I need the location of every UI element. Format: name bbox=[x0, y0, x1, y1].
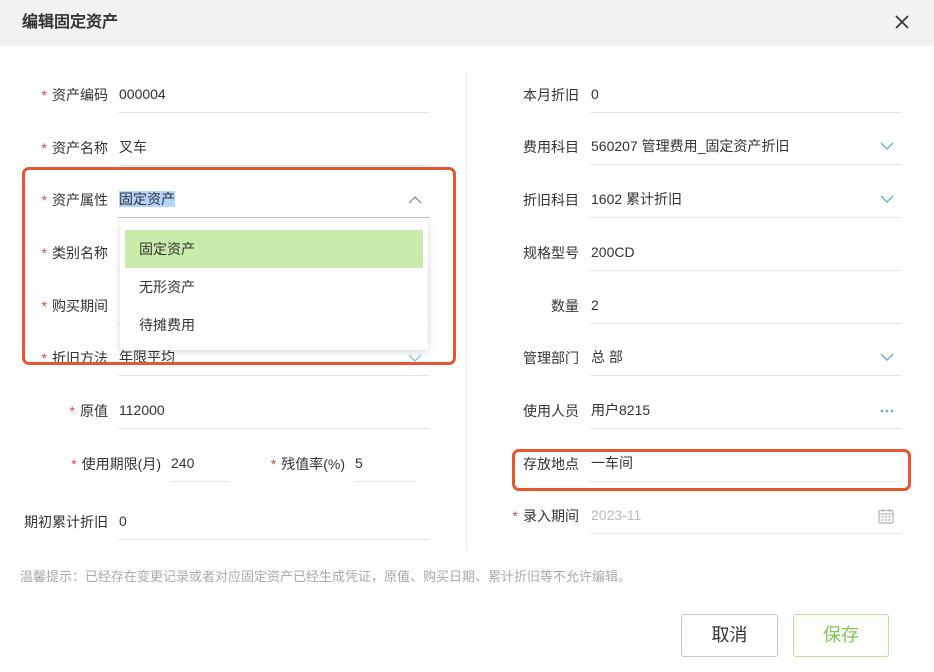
required-mark: * bbox=[270, 456, 277, 472]
storage-location-label: 存放地点 bbox=[523, 456, 579, 472]
purchase-period-label: * 购买期间 bbox=[0, 288, 108, 324]
useful-life-label: * 使用期限(月) bbox=[0, 446, 161, 482]
category-name-label: * 类别名称 bbox=[0, 235, 108, 271]
asset-name-label-text: 资产名称 bbox=[52, 140, 108, 156]
depreciation-method-label-text: 折旧方法 bbox=[52, 350, 108, 366]
column-divider bbox=[466, 72, 467, 550]
life-residual-row: * 使用期限(月) 240 * 残值率(%) 5 bbox=[0, 446, 440, 482]
asset-name-label: * 资产名称 bbox=[0, 130, 108, 166]
user-label: 使用人员 bbox=[523, 403, 579, 419]
user-value: 用户8215 bbox=[591, 402, 651, 418]
original-value-input[interactable]: 112000 bbox=[118, 393, 430, 429]
expense-account-row: 费用科目 560207 管理费用_固定资产折旧 bbox=[470, 129, 910, 165]
quantity-row: 数量 2 bbox=[470, 288, 910, 324]
required-mark: * bbox=[41, 350, 47, 366]
asset-code-label-text: 资产编码 bbox=[52, 87, 108, 103]
original-value-label: * 原值 bbox=[0, 393, 108, 429]
required-mark: * bbox=[41, 87, 47, 103]
required-mark: * bbox=[71, 456, 77, 472]
depreciation-account-label: 折旧科目 bbox=[523, 192, 579, 208]
user-input[interactable]: 用户8215 bbox=[590, 393, 901, 429]
current-month-depreciation-row: 本月折旧 0 bbox=[470, 77, 910, 113]
asset-attribute-row: * 资产属性 固定资产 bbox=[0, 182, 440, 218]
depreciation-account-row: 折旧科目 1602 累计折旧 bbox=[470, 182, 910, 218]
quantity-label: 数量 bbox=[551, 298, 579, 314]
asset-attribute-label: * 资产属性 bbox=[0, 182, 108, 218]
original-value-row: * 原值 112000 bbox=[0, 393, 440, 429]
ellipsis-icon[interactable] bbox=[880, 409, 894, 413]
chevron-up-icon[interactable] bbox=[408, 196, 422, 204]
current-month-depreciation-input[interactable]: 0 bbox=[590, 77, 901, 113]
save-button[interactable]: 保存 bbox=[793, 614, 889, 657]
spec-model-input[interactable]: 200CD bbox=[590, 235, 901, 271]
residual-rate-label: * 残值率(%) bbox=[240, 446, 345, 482]
residual-rate-input[interactable]: 5 bbox=[354, 446, 415, 482]
quantity-input[interactable]: 2 bbox=[590, 288, 901, 324]
storage-location-input[interactable]: 一车间 bbox=[590, 446, 901, 482]
chevron-down-icon[interactable] bbox=[880, 142, 894, 150]
dialog-header: 编辑固定资产 bbox=[0, 0, 934, 46]
dropdown-option-fixed-asset[interactable]: 固定资产 bbox=[125, 230, 423, 268]
asset-attribute-dropdown: 固定资产 无形资产 待摊费用 bbox=[120, 222, 428, 350]
required-mark: * bbox=[512, 508, 518, 524]
entry-period-value: 2023-11 bbox=[591, 507, 642, 523]
close-icon[interactable] bbox=[893, 13, 911, 31]
required-mark: * bbox=[69, 403, 75, 419]
user-row: 使用人员 用户8215 bbox=[470, 393, 910, 429]
dialog-title: 编辑固定资产 bbox=[22, 14, 119, 31]
spec-model-row: 规格型号 200CD bbox=[470, 235, 910, 271]
notice-text: 温馨提示：已经存在变更记录或者对应固定资产已经生成凭证，原值、购买日期、累计折旧… bbox=[20, 569, 632, 584]
depreciation-account-value: 1602 累计折旧 bbox=[591, 191, 683, 207]
spec-model-label: 规格型号 bbox=[523, 245, 579, 261]
entry-period-label: * 录入期间 bbox=[470, 498, 579, 534]
required-mark: * bbox=[41, 192, 47, 208]
cancel-button[interactable]: 取消 bbox=[681, 614, 778, 657]
original-value-label-text: 原值 bbox=[80, 403, 108, 419]
dropdown-option-deferred-expense[interactable]: 待摊费用 bbox=[125, 306, 423, 344]
chevron-down-icon[interactable] bbox=[880, 195, 894, 203]
asset-name-row: * 资产名称 叉车 bbox=[0, 130, 440, 166]
asset-code-row: * 资产编码 000004 bbox=[0, 77, 440, 113]
department-select[interactable]: 总 部 bbox=[590, 340, 901, 376]
useful-life-input[interactable]: 240 bbox=[170, 446, 230, 482]
expense-account-value: 560207 管理费用_固定资产折旧 bbox=[591, 138, 790, 154]
chevron-down-icon[interactable] bbox=[880, 353, 894, 361]
expense-account-label: 费用科目 bbox=[523, 139, 579, 155]
opening-depreciation-label: 期初累计折旧 bbox=[24, 514, 108, 530]
required-mark: * bbox=[41, 298, 47, 314]
entry-period-label-text: 录入期间 bbox=[523, 508, 579, 524]
opening-depreciation-input[interactable]: 0 bbox=[118, 504, 430, 540]
required-mark: * bbox=[41, 245, 47, 261]
residual-rate-label-text: 残值率(%) bbox=[281, 456, 345, 472]
asset-attribute-label-text: 资产属性 bbox=[52, 192, 108, 208]
department-row: 管理部门 总 部 bbox=[470, 340, 910, 376]
purchase-period-label-text: 购买期间 bbox=[52, 298, 108, 314]
entry-period-input[interactable]: 2023-11 bbox=[590, 498, 901, 534]
calendar-icon[interactable] bbox=[878, 508, 894, 524]
category-name-label-text: 类别名称 bbox=[52, 245, 108, 261]
depreciation-method-label: * 折旧方法 bbox=[0, 340, 108, 376]
asset-name-input[interactable]: 叉车 bbox=[118, 130, 430, 166]
department-value: 总 部 bbox=[591, 349, 623, 365]
opening-depreciation-row: 期初累计折旧 0 bbox=[0, 504, 440, 540]
current-month-depreciation-label: 本月折旧 bbox=[523, 87, 579, 103]
depreciation-method-value: 年限平均 bbox=[119, 349, 175, 365]
storage-location-row: 存放地点 一车间 bbox=[470, 446, 910, 482]
depreciation-account-select[interactable]: 1602 累计折旧 bbox=[590, 182, 901, 218]
asset-attribute-value: 固定资产 bbox=[119, 191, 175, 207]
asset-code-label: * 资产编码 bbox=[0, 77, 108, 113]
entry-period-row: * 录入期间 2023-11 bbox=[470, 498, 910, 534]
dropdown-option-intangible-asset[interactable]: 无形资产 bbox=[125, 268, 423, 306]
expense-account-select[interactable]: 560207 管理费用_固定资产折旧 bbox=[590, 129, 901, 165]
asset-code-input[interactable]: 000004 bbox=[118, 77, 430, 113]
department-label: 管理部门 bbox=[523, 350, 579, 366]
required-mark: * bbox=[41, 140, 47, 156]
asset-attribute-select[interactable]: 固定资产 bbox=[118, 182, 430, 218]
chevron-down-icon[interactable] bbox=[408, 354, 422, 362]
useful-life-label-text: 使用期限(月) bbox=[81, 456, 161, 472]
